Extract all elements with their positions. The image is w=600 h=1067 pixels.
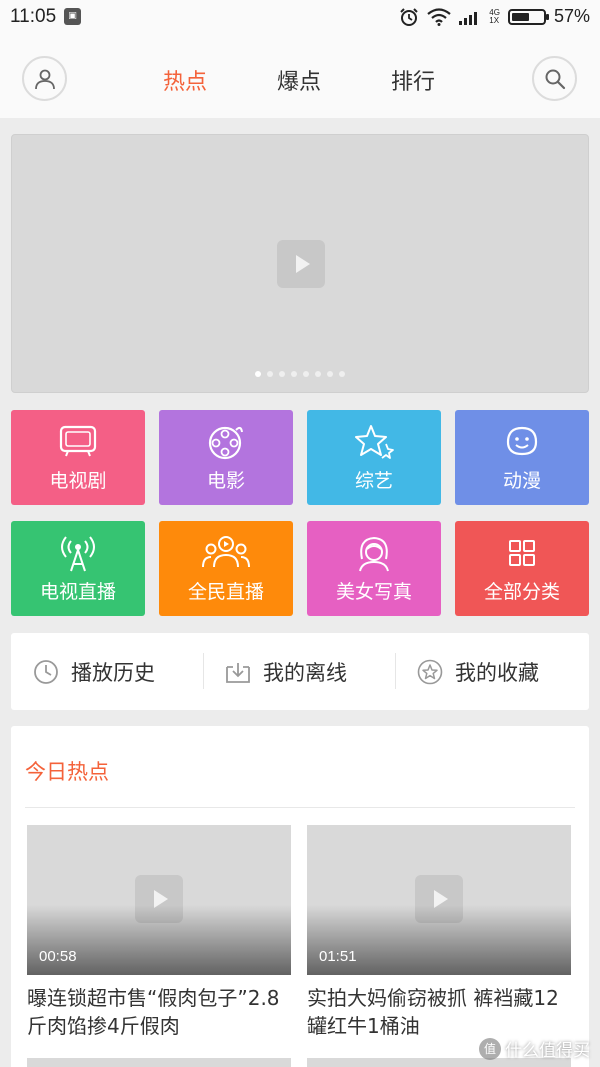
grid-icon bbox=[509, 540, 535, 566]
video-title[interactable]: 曝连锁超市售“假肉包子”2.8斤肉馅掺4斤假肉 bbox=[27, 984, 293, 1040]
girl-portrait-icon bbox=[359, 536, 389, 572]
carousel-dot bbox=[315, 371, 321, 377]
search-icon bbox=[545, 69, 565, 89]
video-duration: 01:51 bbox=[319, 948, 357, 965]
watermark-text: 什么值得买 bbox=[505, 1041, 590, 1061]
video-thumbnail[interactable]: 01:51 bbox=[307, 825, 571, 975]
broadcast-tower-icon bbox=[61, 536, 95, 572]
status-icons: 4G 1X 57% bbox=[399, 6, 590, 27]
wifi-icon bbox=[427, 7, 451, 26]
category-all[interactable]: 全部分类 bbox=[455, 521, 589, 616]
battery-level bbox=[511, 12, 530, 21]
divider bbox=[25, 807, 575, 808]
battery-icon bbox=[507, 8, 549, 25]
carousel-dot bbox=[255, 371, 261, 377]
cartoon-face-icon bbox=[506, 426, 538, 456]
tab-hot[interactable]: 热点 bbox=[163, 64, 207, 96]
search-button[interactable] bbox=[532, 56, 577, 101]
stars-icon bbox=[355, 425, 394, 459]
tab-burst[interactable]: 爆点 bbox=[277, 64, 321, 96]
category-beauty-photos[interactable]: 美女写真 bbox=[307, 521, 441, 616]
watermark: 值 什么值得买 bbox=[479, 1036, 590, 1061]
watermark-badge: 值 bbox=[479, 1037, 501, 1060]
hot-today-section: 今日热点 00:58 曝连锁超市售“假肉包子”2.8斤肉馅掺4斤假肉 01:51… bbox=[11, 726, 589, 1067]
video-duration: 00:58 bbox=[39, 948, 77, 965]
user-profile-button[interactable] bbox=[22, 56, 67, 101]
live-audience-icon bbox=[202, 536, 250, 568]
shortcut-bar: 播放历史 我的离线 我的收藏 bbox=[11, 633, 589, 710]
category-tv-series[interactable]: 电视剧 bbox=[11, 410, 145, 505]
carousel-dot bbox=[303, 371, 309, 377]
category-public-live[interactable]: 全民直播 bbox=[159, 521, 293, 616]
shortcut-play-history[interactable]: 播放历史 bbox=[33, 633, 155, 710]
clock-icon bbox=[34, 659, 58, 684]
app-header: 热点 爆点 排行 bbox=[0, 34, 600, 118]
shortcut-my-offline[interactable]: 我的离线 bbox=[225, 633, 347, 710]
carousel-indicator bbox=[12, 371, 588, 377]
status-bar: 11:05 ▣ 4G 1X 57% bbox=[0, 0, 600, 34]
battery-percent: 57% bbox=[553, 6, 590, 26]
divider bbox=[395, 653, 396, 689]
download-icon bbox=[226, 662, 250, 683]
play-icon bbox=[277, 240, 325, 288]
category-variety[interactable]: 综艺 bbox=[307, 410, 441, 505]
video-thumbnail[interactable] bbox=[27, 1058, 291, 1067]
carousel-dot bbox=[291, 371, 297, 377]
carousel-dot bbox=[279, 371, 285, 377]
network-type: 4G 1X bbox=[489, 7, 500, 25]
section-title: 今日热点 bbox=[25, 760, 109, 784]
status-time: 11:05 bbox=[10, 6, 57, 27]
star-icon bbox=[417, 659, 443, 684]
shortcut-my-favorites[interactable]: 我的收藏 bbox=[417, 633, 539, 710]
carousel-dot bbox=[327, 371, 333, 377]
banner-carousel[interactable] bbox=[11, 134, 589, 393]
tab-ranking[interactable]: 排行 bbox=[391, 64, 435, 96]
signal-icon bbox=[459, 11, 478, 25]
video-thumbnail[interactable]: 00:58 bbox=[27, 825, 291, 975]
tv-icon bbox=[59, 425, 97, 457]
qr-notification-icon: ▣ bbox=[64, 8, 81, 25]
category-movie[interactable]: 电影 bbox=[159, 410, 293, 505]
category-anime[interactable]: 动漫 bbox=[455, 410, 589, 505]
alarm-icon bbox=[400, 7, 419, 26]
carousel-dot bbox=[339, 371, 345, 377]
video-title[interactable]: 实拍大妈偷窃被抓 裤裆藏12罐红牛1桶油 bbox=[307, 984, 573, 1040]
divider bbox=[203, 653, 204, 689]
carousel-dot bbox=[267, 371, 273, 377]
category-tv-live[interactable]: 电视直播 bbox=[11, 521, 145, 616]
film-reel-icon bbox=[208, 426, 243, 460]
user-icon bbox=[34, 69, 55, 89]
